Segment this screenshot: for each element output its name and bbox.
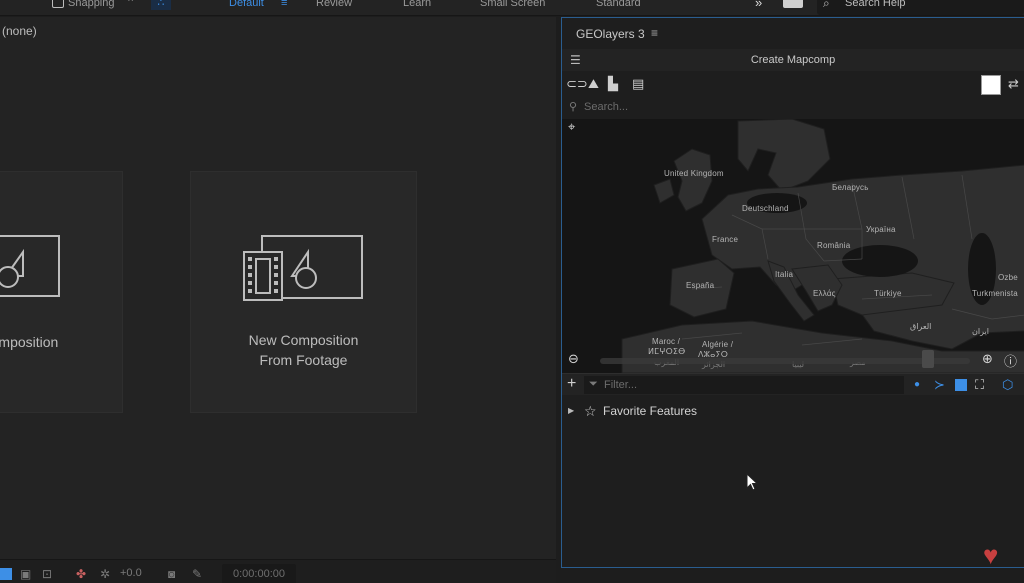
map-tools-row: ⊂⊃ ⛰ ▙ ▤ ⇄: [562, 72, 1024, 96]
map-label-greece: Ελλάς: [813, 289, 836, 298]
map-label-turkmenistan: Turkmenista: [972, 289, 1018, 298]
filter-funnel-icon: ⏷: [589, 378, 598, 390]
map-search-input[interactable]: Search...: [584, 101, 628, 113]
geolayers-panel-header: GEOlayers 3 ≡: [562, 18, 1024, 48]
map-label-turkey: Türkiye: [874, 289, 902, 298]
new-composition-from-footage-card[interactable]: New Composition From Footage: [190, 171, 417, 413]
zoom-slider-track[interactable]: [600, 358, 970, 364]
create-mapcomp-row: ☰ Create Mapcomp: [562, 49, 1024, 71]
map-label-belarus: Беларусь: [832, 183, 869, 192]
bounds-icon[interactable]: ⛶: [975, 377, 984, 393]
map-search-row[interactable]: ⚲ Search...: [562, 96, 1024, 118]
help-search-box[interactable]: ⌕ Search Help: [817, 0, 1024, 15]
composition-from-footage-icon: [243, 235, 363, 301]
line-feature-icon[interactable]: ≻: [934, 377, 945, 393]
map-label-iraq: العراق: [910, 322, 932, 331]
map-label-ukraine: Україна: [866, 225, 896, 234]
composition-header-label: (none): [2, 24, 37, 38]
search-icon: ⌕: [823, 0, 830, 10]
panel-menu-icon[interactable]: ≡: [651, 26, 658, 40]
link-icon[interactable]: ⊂⊃: [566, 76, 588, 92]
exposure-reset-icon[interactable]: ✲: [100, 567, 110, 581]
add-feature-icon[interactable]: +: [567, 375, 576, 393]
document-icon[interactable]: ▤: [632, 76, 644, 92]
composition-panel: (none) omposition New Composition From F…: [0, 17, 556, 583]
workspace-menu-icon[interactable]: ≡: [281, 0, 287, 9]
map-label-algeria: Algérie /: [702, 340, 734, 349]
transparency-grid-icon[interactable]: ⊡: [42, 567, 52, 581]
map-label-iran: ایران: [972, 327, 989, 336]
snap-tool-icon[interactable]: ⌃: [126, 0, 135, 9]
chart-icon[interactable]: ▙: [608, 76, 618, 92]
filter-box[interactable]: ⏷ Filter...: [584, 376, 904, 394]
show-snapshot-icon[interactable]: ✎: [192, 567, 202, 581]
new-composition-card[interactable]: omposition: [0, 171, 123, 413]
current-time-display[interactable]: 0:00:00:00: [222, 564, 296, 583]
map-label-romania: România: [817, 241, 851, 250]
composition-icon: [0, 235, 60, 297]
map-preview[interactable]: United Kingdom Беларусь Deutschland Fran…: [562, 119, 1024, 373]
workspace-bar: Snapping ⌃ ∴ Default ≡ Review Learn Smal…: [0, 0, 1024, 16]
sync-settings-icon[interactable]: [783, 0, 803, 8]
expand-triangle-icon[interactable]: ▶: [568, 406, 574, 415]
tree-item-favorite-features[interactable]: ▶ ☆ Favorite Features: [562, 402, 1024, 420]
map-label-morocco-tifinagh: ⵍⵎⵖⵔⵉⴱ: [648, 347, 686, 356]
heart-icon[interactable]: ♥: [983, 542, 998, 568]
exposure-value[interactable]: +0.0: [120, 567, 142, 579]
workspace-overflow-icon[interactable]: »: [755, 0, 762, 10]
help-search-placeholder[interactable]: Search Help: [845, 0, 906, 9]
workspace-tab-standard[interactable]: Standard: [596, 0, 641, 9]
map-label-united-kingdom: United Kingdom: [664, 169, 724, 178]
zoom-slider-thumb[interactable]: [922, 350, 934, 368]
new-composition-from-footage-line2: From Footage: [259, 352, 348, 368]
map-label-spain: España: [686, 281, 715, 290]
create-mapcomp-button[interactable]: Create Mapcomp: [562, 54, 1024, 66]
info-icon[interactable]: ⓘ: [1004, 351, 1017, 370]
zoom-in-icon[interactable]: ⊕: [982, 351, 993, 367]
snap-mode-icon[interactable]: ∴: [151, 0, 171, 10]
panel-title[interactable]: GEOlayers 3: [576, 27, 645, 41]
geolayers-panel: GEOlayers 3 ≡ ☰ Create Mapcomp ⊂⊃ ⛰ ▙ ▤ …: [561, 17, 1024, 568]
search-icon: ⚲: [569, 101, 578, 113]
filter-input[interactable]: Filter...: [604, 379, 637, 391]
color-channels-icon[interactable]: ✤: [76, 567, 86, 581]
snapping-label: Snapping: [68, 0, 115, 9]
workspace-tab-small-screen[interactable]: Small Screen: [480, 0, 545, 9]
map-label-morocco: Maroc /: [652, 337, 681, 346]
snapshot-camera-icon[interactable]: ◙: [168, 567, 175, 581]
toggle-mask-icon[interactable]: [0, 568, 12, 580]
workspace-tab-learn[interactable]: Learn: [403, 0, 431, 9]
crosshair-icon[interactable]: ⌖: [568, 119, 575, 135]
map-label-italy: Italia: [775, 270, 794, 279]
snapping-checkbox[interactable]: [52, 0, 64, 8]
shapes-icon[interactable]: ⬡: [1002, 377, 1013, 393]
favorite-features-label: Favorite Features: [603, 404, 698, 418]
star-icon: ☆: [584, 403, 597, 419]
point-feature-icon[interactable]: ●: [914, 379, 920, 390]
workspace-tab-default[interactable]: Default: [229, 0, 264, 9]
map-land-shapes: [621, 119, 1024, 373]
features-filter-row: + ⏷ Filter... ● ≻ ⛶ ⬡: [562, 373, 1024, 395]
map-label-france: France: [712, 235, 739, 244]
swap-icon[interactable]: ⇄: [1008, 76, 1019, 92]
polygon-feature-icon[interactable]: [955, 379, 967, 391]
zoom-out-icon[interactable]: ⊖: [568, 351, 579, 367]
viewer-bottom-bar: ▣ ⊡ ✤ ✲ +0.0 ◙ ✎ 0:00:00:00: [0, 559, 556, 583]
map-style-swatch[interactable]: [981, 75, 1001, 95]
terrain-icon[interactable]: ⛰: [588, 76, 599, 92]
new-composition-from-footage-line1: New Composition: [248, 332, 359, 348]
region-of-interest-icon[interactable]: ▣: [20, 567, 31, 581]
mouse-cursor-icon: [746, 473, 758, 491]
map-label-germany: Deutschland: [742, 204, 789, 213]
workspace-tab-review[interactable]: Review: [316, 0, 352, 9]
new-composition-label: omposition: [0, 334, 59, 350]
map-label-uzbekistan: Ozbe: [998, 273, 1018, 282]
